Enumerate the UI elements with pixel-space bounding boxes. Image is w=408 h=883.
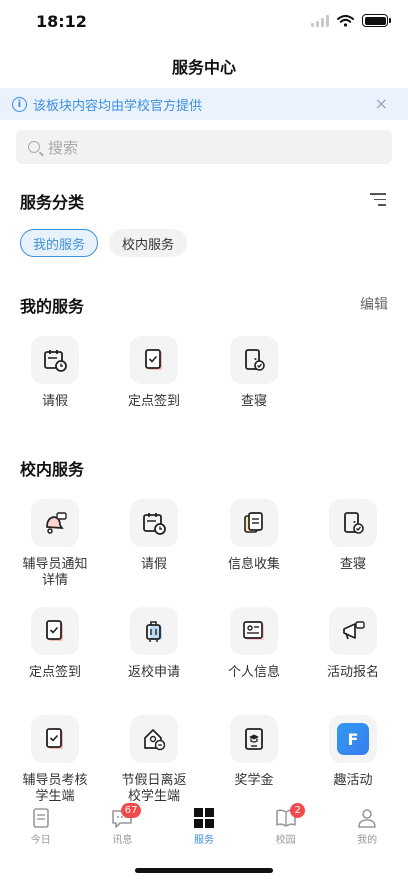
campus-badge: 2 <box>290 803 305 818</box>
notice-text: 该板块内容均由学校官方提供 <box>33 98 203 114</box>
checkin-doc-icon <box>31 715 79 763</box>
tab-label: 校园 <box>275 835 296 846</box>
service-label: 定点签到 <box>127 394 180 409</box>
user-icon <box>356 807 378 829</box>
tab-label: 我的 <box>357 835 378 846</box>
door-check-icon <box>230 336 278 384</box>
service-counselor-notice[interactable]: 辅导员通知 详情 <box>5 499 105 589</box>
service-checkin[interactable]: 定点签到 <box>104 336 204 410</box>
profile-card-icon <box>230 607 278 655</box>
graduation-tablet-icon <box>230 715 278 763</box>
my-services-title: 我的服务 <box>20 297 85 316</box>
status-bar: 18:12 <box>0 0 408 46</box>
service-counselor-assessment[interactable]: 辅导员考核 学生端 <box>5 715 105 805</box>
service-checkin[interactable]: 定点签到 <box>5 607 105 681</box>
category-title: 服务分类 <box>20 193 85 212</box>
service-dorm-check[interactable]: 查寝 <box>303 499 403 573</box>
service-activity-signup[interactable]: 活动报名 <box>303 607 403 681</box>
info-icon: i <box>12 96 27 112</box>
cellular-signal-icon <box>311 14 329 27</box>
battery-icon <box>362 14 391 27</box>
service-dorm-check[interactable]: 查寝 <box>204 336 304 410</box>
luggage-icon <box>130 607 178 655</box>
document-stack-icon <box>230 499 278 547</box>
status-icons <box>311 14 391 27</box>
messages-badge: 67 <box>120 803 142 818</box>
tab-campus[interactable]: 2 校园 <box>245 802 327 852</box>
tab-bar: 今日 67 讯息 服务 2 校园 我的 <box>0 802 408 852</box>
tab-label: 今日 <box>30 835 51 846</box>
service-personal-info[interactable]: 个人信息 <box>204 607 304 681</box>
service-label: 查寝 <box>240 394 267 409</box>
service-label: 节假日离返 校学生端 <box>121 773 187 804</box>
door-check-icon <box>329 499 377 547</box>
notice-banner: i 该板块内容均由学校官方提供 × <box>0 88 408 120</box>
service-label: 辅导员通知 详情 <box>22 557 88 588</box>
service-label: 返校申请 <box>127 665 180 680</box>
edit-button[interactable]: 编辑 <box>360 294 388 314</box>
megaphone-icon <box>329 607 377 655</box>
campus-services-title: 校内服务 <box>20 460 85 479</box>
fun-activity-app-icon: F <box>329 715 377 763</box>
service-label: 辅导员考核 学生端 <box>22 773 88 804</box>
checkin-doc-icon <box>31 607 79 655</box>
service-scholarship[interactable]: 奖学金 <box>204 715 304 789</box>
search-icon <box>28 141 40 153</box>
service-label: 请假 <box>41 394 68 409</box>
checkin-doc-icon <box>130 336 178 384</box>
bell-message-icon <box>31 499 79 547</box>
service-label: 定点签到 <box>28 665 81 680</box>
tab-my-services[interactable]: 我的服务 <box>20 229 98 257</box>
service-label: 趣活动 <box>333 773 373 788</box>
service-label: 查寝 <box>339 557 366 572</box>
grid-icon <box>193 807 215 829</box>
service-info-collect[interactable]: 信息收集 <box>204 499 304 573</box>
service-leave[interactable]: 请假 <box>104 499 204 573</box>
tab-messages[interactable]: 67 讯息 <box>82 802 164 852</box>
home-person-icon <box>130 715 178 763</box>
home-indicator <box>135 868 273 873</box>
page-title: 服务中心 <box>171 58 236 77</box>
service-label: 奖学金 <box>234 773 274 788</box>
service-fun-activity[interactable]: F 趣活动 <box>303 715 403 789</box>
search-placeholder: 搜索 <box>48 138 79 157</box>
filter-icon[interactable] <box>370 193 386 207</box>
wifi-icon <box>337 14 354 27</box>
service-label: 请假 <box>140 557 167 572</box>
tab-mine[interactable]: 我的 <box>326 802 408 852</box>
tab-label: 服务 <box>193 835 214 846</box>
document-icon <box>30 807 52 829</box>
close-icon[interactable]: × <box>375 94 388 113</box>
search-input[interactable]: 搜索 <box>16 130 392 164</box>
calendar-clock-icon <box>130 499 178 547</box>
tab-today[interactable]: 今日 <box>0 802 82 852</box>
service-label: 个人信息 <box>227 665 280 680</box>
calendar-clock-icon <box>31 336 79 384</box>
service-return-request[interactable]: 返校申请 <box>104 607 204 681</box>
service-holiday-leave-return[interactable]: 节假日离返 校学生端 <box>104 715 204 805</box>
status-time: 18:12 <box>36 12 87 31</box>
service-label: 活动报名 <box>326 665 379 680</box>
service-leave[interactable]: 请假 <box>5 336 105 410</box>
service-label: 信息收集 <box>227 557 280 572</box>
tab-services[interactable]: 服务 <box>163 802 245 852</box>
tab-label: 讯息 <box>112 835 133 846</box>
tab-campus-services[interactable]: 校内服务 <box>109 229 187 257</box>
